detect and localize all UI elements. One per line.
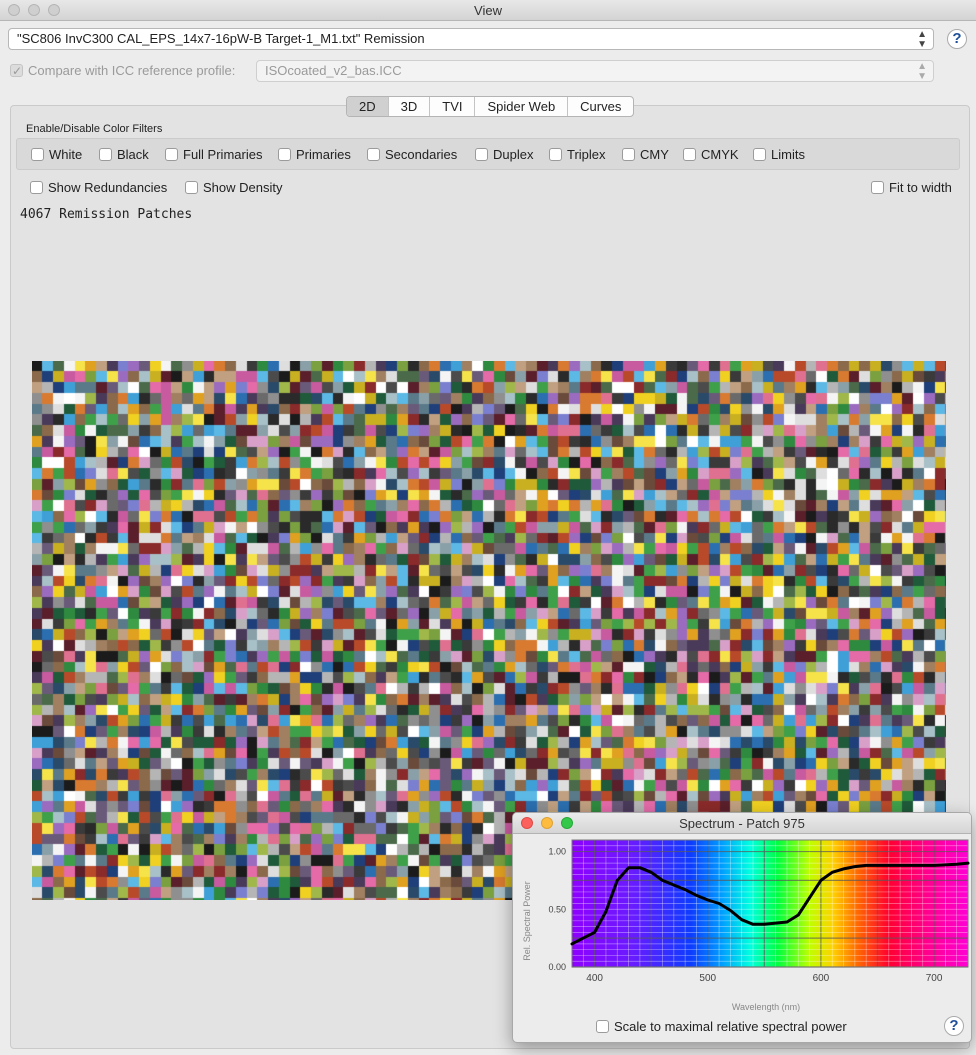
checkbox-icon: [99, 148, 112, 161]
checkbox-icon: [185, 181, 198, 194]
filter-label: Triplex: [567, 147, 606, 162]
filter-black[interactable]: Black: [99, 148, 149, 162]
close-window-button[interactable]: [8, 4, 20, 16]
tab-2d[interactable]: 2D: [347, 97, 389, 116]
show-density-checkbox[interactable]: Show Density: [185, 181, 282, 195]
close-icon[interactable]: [521, 817, 533, 829]
view-tabs: 2D 3D TVI Spider Web Curves: [346, 96, 635, 117]
scale-option-label: Scale to maximal relative spectral power: [614, 1019, 847, 1034]
checkbox-icon: [753, 148, 766, 161]
help-icon[interactable]: ?: [947, 29, 967, 49]
filter-label: Secondaries: [385, 147, 458, 162]
filter-cmyk[interactable]: CMYK: [683, 148, 739, 162]
select-arrows-icon: ▲ ▼: [917, 61, 927, 82]
filter-cmy[interactable]: CMY: [622, 148, 669, 162]
minimize-window-button[interactable]: [28, 4, 40, 16]
window-titlebar: View: [0, 0, 976, 21]
dataset-select[interactable]: "SC806 InvC300 CAL_EPS_14x7-16pW-B Targe…: [8, 28, 934, 50]
zoom-window-button[interactable]: [48, 4, 60, 16]
filter-secondaries[interactable]: Secondaries: [367, 148, 457, 162]
x-tick-label: 400: [586, 973, 603, 984]
x-tick-label: 600: [813, 973, 830, 984]
checkbox-icon: [871, 181, 884, 194]
checkbox-icon: [683, 148, 696, 161]
filter-full-primaries[interactable]: Full Primaries: [165, 148, 262, 162]
option-label: Show Redundancies: [48, 180, 168, 195]
icc-profile-select[interactable]: ISOcoated_v2_bas.ICC ▲ ▼: [256, 60, 934, 82]
select-arrows-icon: ▲ ▼: [917, 29, 927, 50]
filter-primaries[interactable]: Primaries: [278, 148, 351, 162]
x-axis-label: Wavelength (nm): [732, 1002, 800, 1012]
tab-curves[interactable]: Curves: [568, 97, 633, 116]
checkbox-icon: [165, 148, 178, 161]
compare-icc-checkbox[interactable]: Compare with ICC reference profile:: [10, 62, 235, 80]
checkbox-icon: [596, 1020, 609, 1033]
x-tick-label: 700: [926, 973, 943, 984]
help-icon[interactable]: ?: [944, 1016, 964, 1036]
filter-limits[interactable]: Limits: [753, 148, 805, 162]
filter-duplex[interactable]: Duplex: [475, 148, 533, 162]
y-axis-label: Rel. Spectral Power: [522, 881, 532, 961]
tab-3d[interactable]: 3D: [389, 97, 431, 116]
filter-label: White: [49, 147, 83, 162]
filter-label: CMYK: [701, 147, 739, 162]
checkbox-icon: [30, 181, 43, 194]
compare-icc-label: Compare with ICC reference profile:: [28, 63, 236, 78]
checkbox-icon: [475, 148, 488, 161]
spectrum-window: Spectrum - Patch 975 400 500 600 700 0.00 0.5…: [512, 812, 972, 1043]
fit-to-width-checkbox[interactable]: Fit to width: [871, 181, 952, 195]
spectrum-title: Spectrum - Patch 975: [679, 816, 805, 831]
patch-count: 4067 Remission Patches: [20, 207, 193, 222]
window-title: View: [474, 3, 502, 18]
x-tick-label: 500: [699, 973, 716, 984]
scale-max-power-checkbox[interactable]: Scale to maximal relative spectral power: [596, 1020, 847, 1034]
zoom-icon[interactable]: [561, 817, 573, 829]
filter-label: Duplex: [493, 147, 534, 162]
option-label: Fit to width: [889, 180, 952, 195]
dataset-select-value: "SC806 InvC300 CAL_EPS_14x7-16pW-B Targe…: [17, 31, 425, 46]
checkbox-icon: [367, 148, 380, 161]
filter-triplex[interactable]: Triplex: [549, 148, 606, 162]
checkbox-icon: [31, 148, 44, 161]
minimize-icon[interactable]: [541, 817, 553, 829]
filter-label: Limits: [771, 147, 805, 162]
y-tick-label: 0.50: [548, 904, 566, 914]
checkbox-icon: [549, 148, 562, 161]
filter-label: Full Primaries: [183, 147, 263, 162]
checkbox-icon: [622, 148, 635, 161]
icc-profile-value: ISOcoated_v2_bas.ICC: [265, 63, 402, 78]
y-tick-label: 0.00: [548, 962, 566, 972]
filter-label: Primaries: [296, 147, 351, 162]
color-filters-title: Enable/Disable Color Filters: [26, 123, 163, 135]
option-label: Show Density: [203, 180, 283, 195]
spectrum-chart: 400 500 600 700 0.00 0.50 1.00 Rel. Spectral P…: [522, 839, 970, 1012]
y-tick-label: 1.00: [548, 847, 566, 857]
checkbox-icon: [10, 62, 23, 80]
filter-label: Black: [117, 147, 149, 162]
checkbox-icon: [278, 148, 291, 161]
filter-white[interactable]: White: [31, 148, 82, 162]
spectrum-titlebar: Spectrum - Patch 975: [513, 813, 971, 834]
tab-tvi[interactable]: TVI: [430, 97, 476, 116]
show-redundancies-checkbox[interactable]: Show Redundancies: [30, 181, 167, 195]
tab-spider-web[interactable]: Spider Web: [475, 97, 569, 116]
filter-label: CMY: [640, 147, 669, 162]
color-filters-group: White Black Full Primaries Primaries Sec…: [16, 138, 960, 170]
